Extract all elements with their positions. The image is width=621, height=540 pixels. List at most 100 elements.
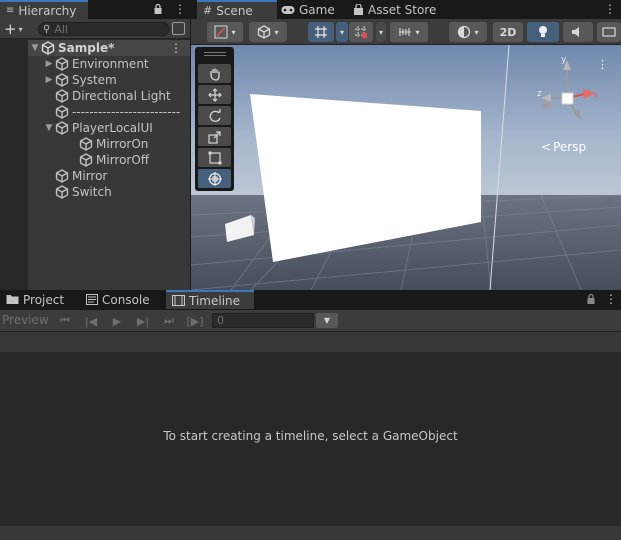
timeline-header — [0, 332, 621, 352]
scene-toolbar: ▾ ▾ ▾ ▾ ▾ ▾ 2D — [191, 19, 621, 45]
expand-arrow-icon[interactable]: ▼ — [30, 43, 40, 53]
hierarchy-item-label: Mirror — [72, 169, 108, 183]
chevron-down-icon: ▼ — [323, 316, 331, 325]
prev-frame-button[interactable]: |◀ — [80, 312, 102, 330]
goto-start-button[interactable]: ⏮ — [54, 312, 76, 330]
transform-tool-button[interactable] — [198, 169, 231, 188]
audio-toggle-button[interactable] — [563, 22, 593, 42]
hierarchy-tabbar: ≡ Hierarchy ⋮ — [0, 0, 190, 19]
timeline-dropdown-button[interactable]: ▼ — [316, 313, 338, 328]
search-input[interactable]: ⚲ All — [38, 22, 170, 36]
tab-console[interactable]: Console — [80, 290, 156, 309]
lock-icon[interactable] — [153, 3, 163, 16]
hierarchy-tree: ▼ Sample* ⋮ ▶ Environment ▶ System Direction… — [28, 40, 190, 290]
search-options-icon[interactable] — [172, 22, 185, 35]
persp-chevron-icon: < — [541, 140, 552, 154]
tab-timeline[interactable]: Timeline — [166, 290, 254, 309]
persp-toggle[interactable]: < Persp — [541, 140, 586, 154]
scene-row[interactable]: ▼ Sample* ⋮ — [28, 40, 190, 56]
gamepad-icon — [281, 5, 295, 14]
grid-toggle-button[interactable] — [308, 22, 334, 42]
palette-grip-icon[interactable] — [204, 52, 226, 56]
hierarchy-item[interactable]: Mirror — [28, 168, 190, 184]
tab-asset-store[interactable]: Asset Store — [347, 0, 442, 19]
bottom-tabbar: Project Console Timeline ⋮ — [0, 290, 621, 310]
goto-end-button[interactable]: ⏭ — [158, 312, 180, 330]
hierarchy-item[interactable]: Switch — [28, 184, 190, 200]
play-button[interactable]: ▶ — [106, 312, 128, 330]
view-tool-button[interactable] — [198, 64, 231, 83]
hierarchy-item[interactable]: ▼ PlayerLocalUI — [28, 120, 190, 136]
effects-toggle-button[interactable] — [597, 22, 621, 42]
hierarchy-item[interactable]: MirrorOn — [28, 136, 190, 152]
scale-tool-button[interactable] — [198, 127, 231, 146]
rect-tool-button[interactable] — [198, 148, 231, 167]
tab-project[interactable]: Project — [0, 290, 70, 309]
scene-menu-icon[interactable]: ⋮ — [170, 41, 182, 55]
gizmo-menu-icon[interactable]: ⋮ — [597, 58, 608, 71]
hierarchy-menu-icon[interactable]: ⋮ — [174, 3, 186, 16]
frame-value: 0 — [217, 314, 224, 327]
render-mode-button[interactable]: ▾ — [249, 22, 287, 42]
timeline-menu-icon[interactable]: ⋮ — [605, 293, 617, 306]
add-button-label: + — [4, 20, 17, 38]
hierarchy-item-label: Switch — [72, 185, 112, 199]
orientation-gizmo[interactable]: y z x — [537, 56, 603, 126]
expand-arrow-icon[interactable]: ▶ — [44, 59, 54, 69]
expand-arrow-icon[interactable]: ▶ — [44, 75, 54, 85]
tab-game[interactable]: Game — [275, 0, 341, 19]
tab-scene-label: Scene — [216, 3, 253, 18]
tab-hierarchy[interactable]: ≡ Hierarchy — [0, 0, 88, 19]
lightbulb-icon — [539, 26, 547, 37]
tab-scene[interactable]: # Scene — [197, 0, 277, 19]
expand-arrow-icon[interactable]: ▼ — [44, 123, 54, 133]
gizmo-x-label: x — [593, 91, 599, 101]
rotate-tool-button[interactable] — [198, 106, 231, 125]
tab-project-label: Project — [23, 292, 65, 307]
increment-snap-button[interactable]: ▾ — [390, 22, 428, 42]
frame-field[interactable]: 0 — [212, 313, 314, 328]
hierarchy-item-label: Environment — [72, 57, 149, 71]
play-icon: ▶ — [112, 314, 122, 328]
gameobject-cube-icon — [55, 73, 69, 87]
hierarchy-item[interactable]: ------------------------- — [28, 104, 190, 120]
scene-menu-icon[interactable]: ⋮ — [604, 3, 616, 16]
snap-toggle-button[interactable] — [349, 22, 373, 42]
transform-icon — [207, 171, 222, 186]
hierarchy-item[interactable]: ▶ Environment — [28, 56, 190, 72]
hierarchy-item[interactable]: MirrorOff — [28, 152, 190, 168]
chevron-down-icon: ▾ — [18, 24, 23, 34]
gizmo-y-label: y — [561, 56, 567, 65]
add-button[interactable]: + ▾ — [4, 21, 26, 37]
search-icon: ⚲ — [43, 23, 51, 35]
next-frame-button[interactable]: ▶| — [132, 312, 154, 330]
timeline-lock-icon[interactable] — [586, 293, 596, 306]
preview-button[interactable]: Preview — [2, 313, 49, 327]
hierarchy-item-label: System — [72, 73, 117, 87]
tool-palette — [195, 47, 234, 191]
hierarchy-item[interactable]: ▶ System — [28, 72, 190, 88]
timeline-toolbar: Preview ⏮ |◀ ▶ ▶| ⏭ [▶] 0 ▼ — [0, 310, 621, 332]
gameobject-cube-icon — [55, 121, 69, 135]
skip-end-icon: ⏭ — [164, 314, 174, 327]
grid-options-button[interactable]: ▾ — [336, 22, 348, 42]
play-range-button[interactable]: [▶] — [184, 312, 206, 330]
gameobject-cube-icon — [55, 185, 69, 199]
timeline-scrollbar[interactable] — [0, 526, 621, 540]
snap-options-button[interactable]: ▾ — [376, 22, 386, 42]
tab-console-label: Console — [102, 292, 150, 307]
move-tool-button[interactable] — [198, 85, 231, 104]
gameobject-cube-icon — [79, 137, 93, 151]
scene-tabbar: # Scene Game Asset Store ⋮ — [191, 0, 621, 19]
draw-mode-button[interactable]: ▾ — [207, 22, 243, 42]
hierarchy-item-label: PlayerLocalUI — [72, 121, 153, 135]
scene-visibility-button[interactable]: ▾ — [449, 22, 487, 42]
lighting-toggle-button[interactable] — [527, 22, 559, 42]
hierarchy-item[interactable]: Directional Light — [28, 88, 190, 104]
toggle-2d-button[interactable]: 2D — [493, 22, 523, 42]
cube-icon — [258, 25, 271, 39]
